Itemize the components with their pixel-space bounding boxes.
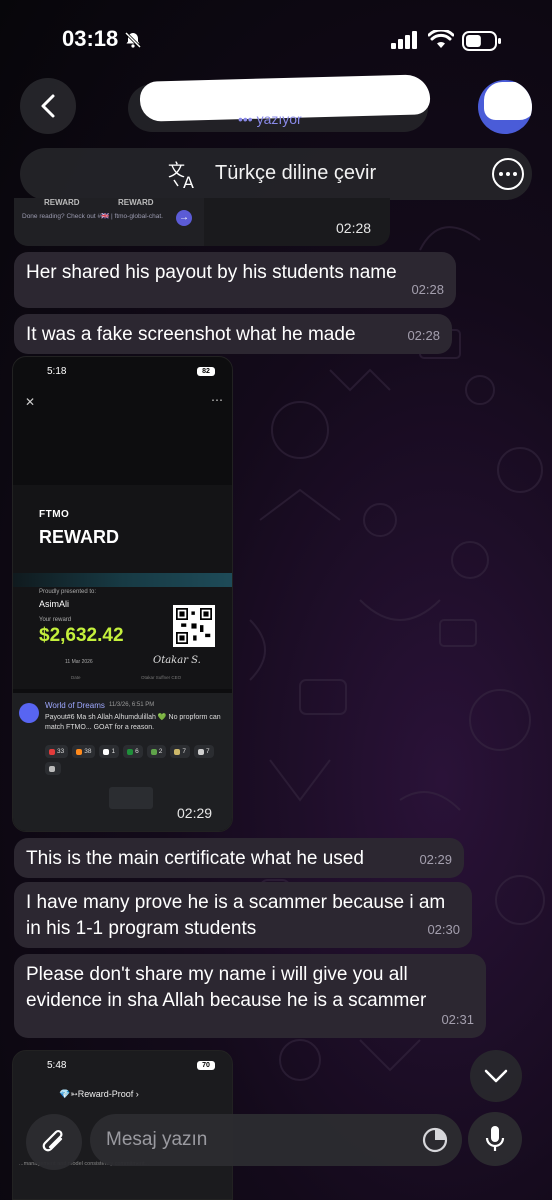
signal-icon (391, 31, 417, 49)
reaction-heart: 33 (45, 745, 69, 758)
attach-icon (42, 1129, 63, 1152)
mic-button[interactable] (468, 1112, 522, 1166)
status-time: 03:18 (62, 26, 119, 51)
message-input[interactable] (106, 1124, 406, 1156)
arrow-right-icon: → (176, 210, 192, 226)
wifi-icon (428, 30, 454, 48)
translate-label: Türkçe diline çevir (215, 162, 377, 184)
svg-text:A: A (183, 173, 194, 190)
image-message[interactable]: 5:18 82 ✕ ⋯ FTMO REWARD Proudly presente… (12, 356, 233, 832)
signature: Otakar S. (153, 655, 201, 666)
battery-icon (462, 31, 501, 51)
channel-name: 💎➳Reward-Proof › (59, 1089, 139, 1099)
message-time: 02:31 (441, 1012, 474, 1027)
message-time: 02:30 (427, 922, 460, 937)
ftmo-icon (197, 748, 204, 755)
message-text: It was a fake screenshot what he made (26, 324, 356, 345)
sticker-icon[interactable] (422, 1127, 448, 1153)
message-composer (90, 1114, 462, 1166)
money-wings-icon (174, 748, 181, 755)
reaction-heart-white: 1 (99, 745, 120, 758)
message-bubble[interactable]: Please don't share my name i will give y… (14, 954, 486, 1038)
brand-logo: FTMO (39, 509, 70, 520)
recipient-name: AsimAli (39, 599, 70, 609)
message-time: 02:29 (177, 805, 213, 821)
typing-status: ••• yazıyor (238, 111, 302, 127)
message-text: Her shared his payout by his students na… (26, 262, 397, 283)
message-bubble[interactable]: This is the main certificate what he use… (14, 838, 464, 878)
certificate: FTMO REWARD Proudly presented to: AsimAl… (13, 485, 232, 675)
chat-title[interactable]: Ki ••• yazıyor (128, 74, 431, 132)
reaction-face (45, 762, 61, 775)
reaction-fire: 38 (72, 745, 96, 758)
reaction-list: 33 38 1 6 2 7 7 (45, 745, 231, 775)
message-bubble[interactable]: It was a fake screenshot what he made 02… (14, 314, 452, 354)
heart-white-icon (103, 748, 110, 755)
scroll-down-button[interactable] (470, 1050, 522, 1102)
reaction-money: 2 (146, 745, 167, 758)
certificate-title: REWARD (39, 527, 119, 547)
money-icon (150, 748, 157, 755)
message-time: 02:28 (411, 282, 444, 297)
fire-icon (76, 748, 83, 755)
back-button[interactable] (20, 78, 76, 134)
discord-username: World of Dreams (45, 701, 105, 710)
discord-logo-icon (19, 703, 39, 723)
message-time: 02:28 (407, 328, 440, 343)
image-thumbnail (109, 787, 153, 809)
more-button[interactable] (492, 158, 524, 190)
message-time: 02:28 (336, 220, 372, 236)
qr-code (173, 605, 215, 647)
heart-icon (49, 748, 55, 755)
face-icon (49, 765, 55, 772)
message-bubble[interactable]: Her shared his payout by his students na… (14, 252, 456, 308)
reaction-flag-pk: 6 (123, 745, 143, 758)
reward-amount: $2,632.42 (39, 625, 124, 646)
more-icon: ⋯ (211, 393, 223, 407)
reaction-ftmo: 7 (193, 745, 214, 758)
chevron-down-icon (484, 1069, 508, 1083)
avatar[interactable] (478, 80, 532, 134)
status-bar: 03:18 (0, 0, 552, 84)
translate-icon: 文 A (168, 161, 194, 190)
message-text: This is the main certificate what he use… (26, 848, 364, 869)
more-icon (499, 172, 503, 176)
message-text: I have many prove he is a scammer becaus… (26, 892, 446, 939)
back-icon (41, 94, 55, 118)
image-message[interactable]: REWARD REWARD Done reading? Check out #🇬… (14, 198, 390, 246)
mic-icon (485, 1126, 505, 1151)
attach-button[interactable] (26, 1114, 82, 1170)
close-icon: ✕ (25, 395, 36, 409)
bell-muted-icon (124, 31, 142, 49)
chat-screen: 03:18 Ki ••• yazıyor (0, 0, 552, 1200)
image-note: Done reading? Check out #🇬🇧 | ftmo-globa… (22, 213, 163, 220)
flag-pk-icon (127, 748, 134, 755)
message-bubble[interactable]: I have many prove he is a scammer becaus… (14, 882, 472, 948)
reaction-money-wings: 7 (170, 745, 190, 758)
message-text: Please don't share my name i will give y… (26, 964, 427, 1011)
message-time: 02:29 (419, 852, 452, 867)
translate-bar[interactable]: 文 A Türkçe diline çevir (20, 148, 532, 200)
